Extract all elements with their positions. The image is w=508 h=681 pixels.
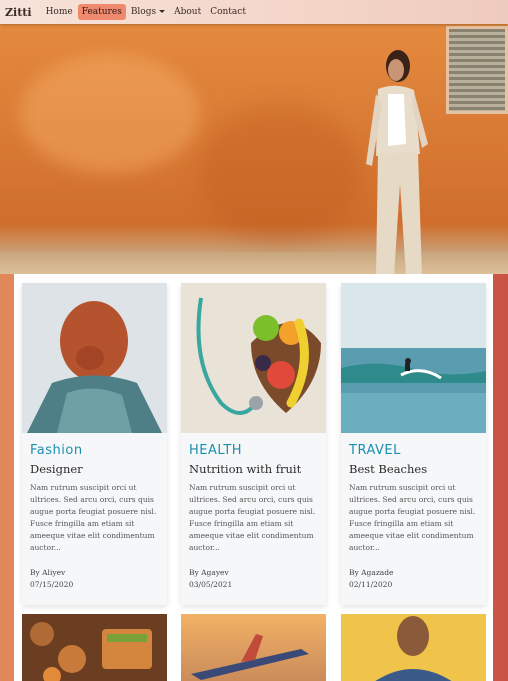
blog-card-image-partial[interactable] bbox=[22, 614, 167, 681]
nav-home[interactable]: Home bbox=[42, 4, 77, 20]
card-category[interactable]: TRAVEL bbox=[349, 443, 478, 458]
card-image-travel bbox=[341, 283, 486, 433]
hero-image bbox=[0, 24, 508, 274]
card-category[interactable]: HEALTH bbox=[189, 443, 318, 458]
chevron-down-icon bbox=[159, 10, 166, 13]
window-shutter bbox=[446, 26, 508, 114]
card-title[interactable]: Designer bbox=[30, 462, 159, 476]
card-author: By Aliyev bbox=[30, 568, 66, 577]
card-date: 02/11/2020 bbox=[349, 580, 393, 589]
card-author: By Agazade bbox=[349, 568, 394, 577]
blog-card-image-partial[interactable] bbox=[181, 614, 326, 681]
nav-about[interactable]: About bbox=[170, 4, 205, 20]
card-title[interactable]: Nutrition with fruit bbox=[189, 462, 318, 476]
nav-features[interactable]: Features bbox=[77, 4, 126, 20]
nav-blogs-dropdown[interactable]: Blogs bbox=[127, 4, 169, 20]
blog-card[interactable]: Fashion Designer Nam rutrum suscipit orc… bbox=[22, 283, 167, 605]
card-author: By Agayev bbox=[189, 568, 229, 577]
blog-card-image-partial[interactable] bbox=[341, 614, 486, 681]
card-excerpt: Nam rutrum suscipit orci ut ultrices. Se… bbox=[30, 483, 157, 552]
card-excerpt: Nam rutrum suscipit orci ut ultrices. Se… bbox=[189, 483, 316, 552]
card-date: 07/15/2020 bbox=[30, 580, 74, 589]
content-panel: Fashion Designer Nam rutrum suscipit orc… bbox=[14, 274, 493, 681]
card-excerpt: Nam rutrum suscipit orci ut ultrices. Se… bbox=[349, 483, 476, 552]
card-category[interactable]: Fashion bbox=[30, 443, 159, 458]
card-title[interactable]: Best Beaches bbox=[349, 462, 478, 476]
card-image-airplane bbox=[181, 614, 326, 681]
card-image-health bbox=[181, 283, 326, 433]
nav-blogs-label: Blogs bbox=[130, 7, 157, 17]
card-image-man bbox=[341, 614, 486, 681]
navbar: Zitti Home Features Blogs About Contact bbox=[0, 0, 508, 24]
card-image-sweets bbox=[22, 614, 167, 681]
nav-contact[interactable]: Contact bbox=[206, 4, 250, 20]
blog-card[interactable]: HEALTH Nutrition with fruit Nam rutrum s… bbox=[181, 283, 326, 605]
brand-logo[interactable]: Zitti bbox=[5, 6, 32, 19]
card-image-fashion bbox=[22, 283, 167, 433]
card-date: 03/05/2021 bbox=[189, 580, 233, 589]
blog-card[interactable]: TRAVEL Best Beaches Nam rutrum suscipit … bbox=[341, 283, 486, 605]
model-figure bbox=[366, 50, 428, 274]
